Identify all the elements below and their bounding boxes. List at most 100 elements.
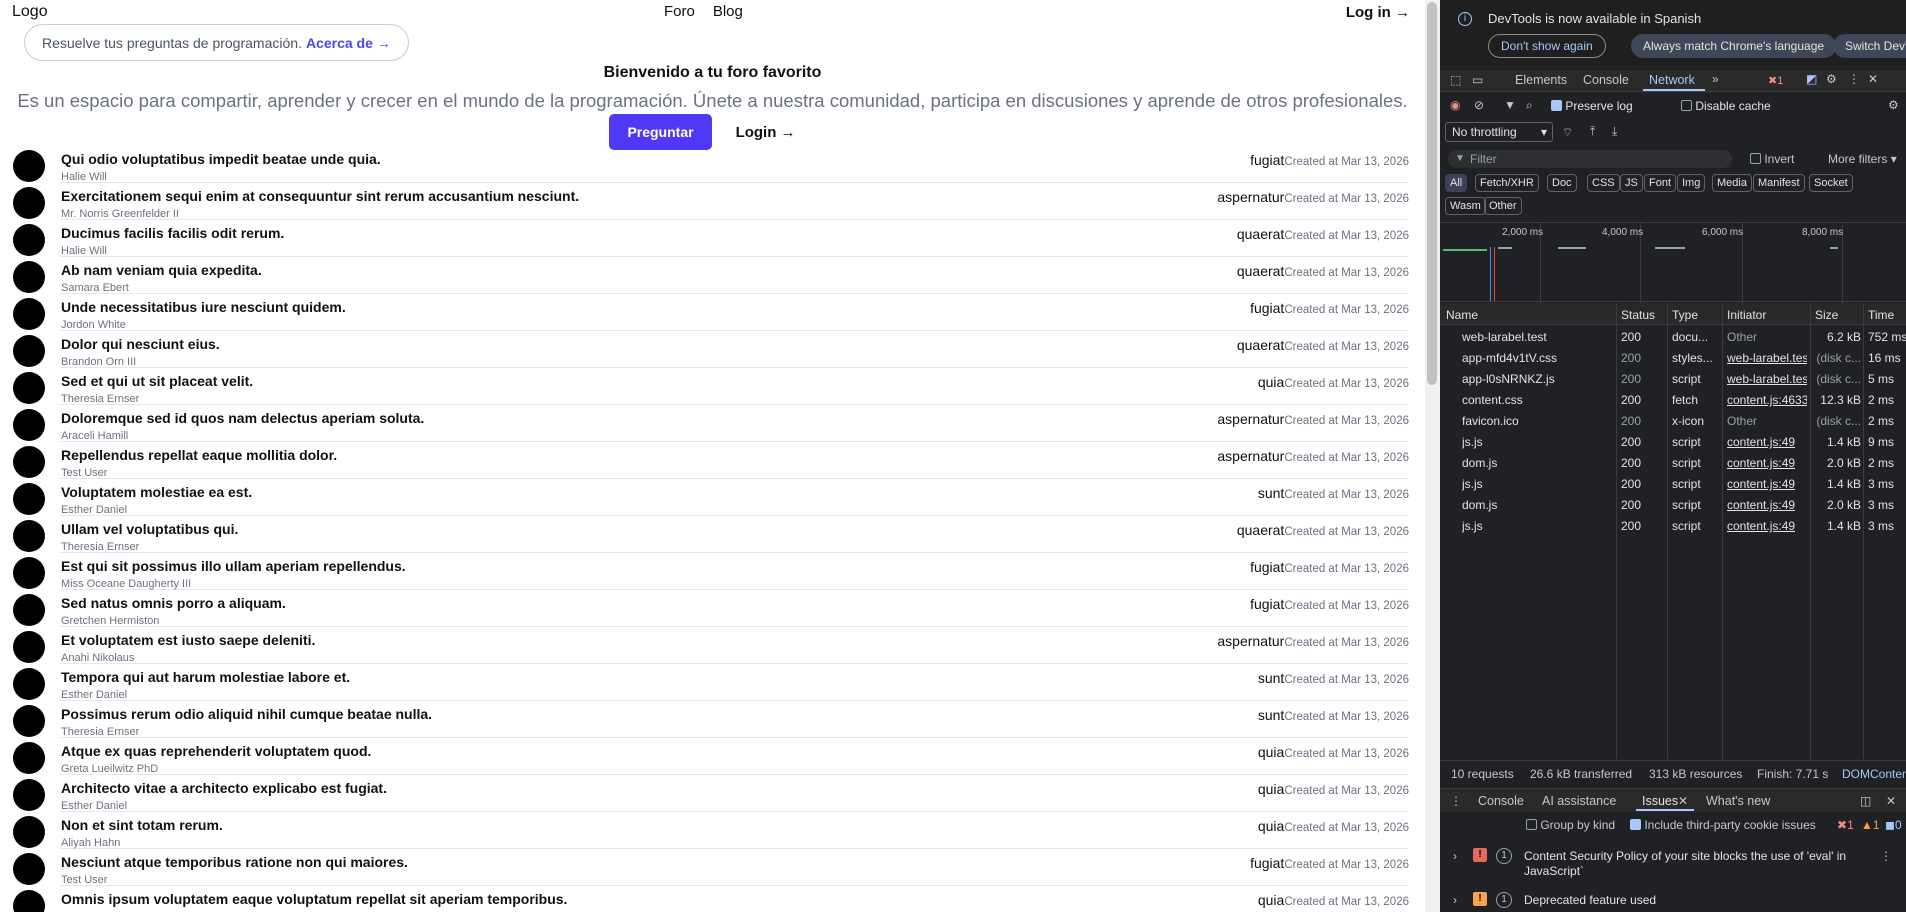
- column-time[interactable]: Time: [1868, 308, 1894, 322]
- nav-link-blog[interactable]: Blog: [713, 3, 743, 20]
- post-tag[interactable]: fugiat: [1250, 300, 1284, 316]
- post-title[interactable]: Exercitationem sequi enim at consequuntu…: [61, 188, 579, 204]
- post-row[interactable]: Dolor qui nesciunt eius. Brandon Orn III q…: [13, 331, 1409, 368]
- post-row[interactable]: Ab nam veniam quia expedita. Samara Ebert…: [13, 257, 1409, 294]
- request-row[interactable]: js.js 200 script content.js:49 1.4 kB 9 ms: [1440, 431, 1906, 452]
- post-title[interactable]: Sed et qui ut sit placeat velit.: [61, 373, 253, 389]
- type-filter-media[interactable]: Media: [1712, 174, 1752, 192]
- ai-assistant-icon[interactable]: ◩: [1806, 72, 1817, 86]
- import-har-icon[interactable]: ⤒: [1590, 124, 1595, 139]
- post-title[interactable]: Architecto vitae a architecto explicabo …: [61, 780, 387, 796]
- post-tag[interactable]: quaerat: [1237, 522, 1284, 538]
- request-row[interactable]: js.js 200 script content.js:49 1.4 kB 3 ms: [1440, 515, 1906, 536]
- post-tag[interactable]: quaerat: [1237, 226, 1284, 242]
- request-name[interactable]: app-mfd4v1tV.css: [1462, 351, 1612, 365]
- ask-question-button[interactable]: Preguntar: [609, 114, 712, 150]
- type-filter-doc[interactable]: Doc: [1547, 174, 1577, 192]
- type-filter-other[interactable]: Other: [1484, 197, 1522, 215]
- filter-toggle-icon[interactable]: ▼: [1504, 98, 1516, 112]
- request-name[interactable]: js.js: [1462, 519, 1612, 533]
- post-title[interactable]: Repellendus repellat eaque mollitia dolo…: [61, 447, 337, 463]
- record-icon[interactable]: ◉: [1450, 98, 1460, 112]
- dock-drawer-icon[interactable]: ◫: [1860, 794, 1871, 808]
- third-party-toggle[interactable]: Include third-party cookie issues: [1630, 818, 1816, 832]
- request-initiator[interactable]: content.js:49: [1727, 519, 1807, 533]
- post-tag[interactable]: quia: [1258, 818, 1284, 834]
- tab-console[interactable]: Console: [1583, 73, 1629, 87]
- post-tag[interactable]: sunt: [1258, 485, 1284, 501]
- tab-elements[interactable]: Elements: [1515, 73, 1567, 87]
- type-filter-manifest[interactable]: Manifest: [1753, 174, 1805, 192]
- request-row[interactable]: favicon.ico 200 x-icon Other (disk c... 2 ms: [1440, 410, 1906, 431]
- group-by-kind-checkbox[interactable]: [1526, 819, 1537, 830]
- post-tag[interactable]: aspernatur: [1217, 633, 1284, 649]
- column-size[interactable]: Size: [1815, 308, 1838, 322]
- post-title[interactable]: Voluptatem molestiae ea est.: [61, 484, 252, 500]
- post-title[interactable]: Ullam vel voluptatibus qui.: [61, 521, 238, 537]
- post-title[interactable]: Nesciunt atque temporibus ratione non qu…: [61, 854, 408, 870]
- post-row[interactable]: Repellendus repellat eaque mollitia dolo…: [13, 442, 1409, 479]
- hero-login-link[interactable]: Login →: [736, 124, 816, 141]
- error-badge[interactable]: ✖1: [1768, 74, 1783, 87]
- post-title[interactable]: Doloremque sed id quos nam delectus aper…: [61, 410, 424, 426]
- request-row[interactable]: content.css 200 fetch content.js:4633 12.3 k…: [1440, 389, 1906, 410]
- request-row[interactable]: web-larabel.test 200 docu... Other 6.2 kB 752…: [1440, 326, 1906, 347]
- request-name[interactable]: dom.js: [1462, 498, 1612, 512]
- login-link[interactable]: Log in →: [1346, 4, 1410, 21]
- post-tag[interactable]: aspernatur: [1217, 411, 1284, 427]
- close-drawer-icon[interactable]: ✕: [1886, 794, 1896, 808]
- post-tag[interactable]: quia: [1258, 374, 1284, 390]
- search-icon[interactable]: ⌕: [1526, 98, 1533, 113]
- disable-cache-checkbox[interactable]: [1681, 100, 1692, 111]
- post-row[interactable]: Unde necessitatibus iure nesciunt quidem…: [13, 294, 1409, 331]
- post-row[interactable]: Est qui sit possimus illo ullam aperiam …: [13, 553, 1409, 590]
- network-settings-icon[interactable]: ⚙: [1888, 98, 1899, 112]
- more-tabs-icon[interactable]: »: [1712, 72, 1719, 86]
- drawer-tab-whats-new[interactable]: What's new: [1706, 794, 1770, 808]
- request-name[interactable]: js.js: [1462, 435, 1612, 449]
- post-row[interactable]: Exercitationem sequi enim at consequuntu…: [13, 183, 1409, 220]
- drawer-tab-console[interactable]: Console: [1478, 794, 1524, 808]
- export-har-icon[interactable]: ⤓: [1612, 124, 1617, 139]
- post-title[interactable]: Ab nam veniam quia expedita.: [61, 262, 262, 278]
- drawer-tab-issues[interactable]: Issues: [1642, 794, 1678, 808]
- post-title[interactable]: Unde necessitatibus iure nesciunt quidem…: [61, 299, 346, 315]
- preserve-log-toggle[interactable]: Preserve log: [1551, 99, 1633, 113]
- drawer-menu-icon[interactable]: ⋮: [1450, 794, 1462, 808]
- post-title[interactable]: Omnis ipsum voluptatem eaque voluptatum …: [61, 891, 567, 907]
- third-party-checkbox[interactable]: [1630, 819, 1641, 830]
- post-row[interactable]: Et voluptatem est iusto saepe deleniti. A…: [13, 627, 1409, 664]
- group-by-kind-toggle[interactable]: Group by kind: [1526, 818, 1615, 832]
- about-link[interactable]: Acerca de →: [306, 35, 391, 51]
- post-row[interactable]: Omnis ipsum voluptatem eaque voluptatum …: [13, 886, 1409, 912]
- post-tag[interactable]: sunt: [1258, 707, 1284, 723]
- post-tag[interactable]: quia: [1258, 781, 1284, 797]
- post-title[interactable]: Qui odio voluptatibus impedit beatae und…: [61, 151, 381, 167]
- post-tag[interactable]: fugiat: [1250, 152, 1284, 168]
- post-tag[interactable]: fugiat: [1250, 559, 1284, 575]
- post-row[interactable]: Architecto vitae a architecto explicabo …: [13, 775, 1409, 812]
- more-options-icon[interactable]: ⋮: [1848, 72, 1860, 86]
- type-filter-font[interactable]: Font: [1644, 174, 1677, 192]
- close-devtools-icon[interactable]: ✕: [1868, 72, 1878, 86]
- type-filter-socket[interactable]: Socket: [1809, 174, 1853, 192]
- post-title[interactable]: Est qui sit possimus illo ullam aperiam …: [61, 558, 406, 574]
- issue-row[interactable]: › ! 1 Deprecated feature used: [1440, 890, 1906, 912]
- clear-icon[interactable]: ⊘: [1474, 98, 1484, 112]
- request-name[interactable]: web-larabel.test: [1462, 330, 1612, 344]
- post-title[interactable]: Atque ex quas reprehenderit voluptatem q…: [61, 743, 371, 759]
- post-tag[interactable]: aspernatur: [1217, 189, 1284, 205]
- post-row[interactable]: Sed et qui ut sit placeat velit. Theresia…: [13, 368, 1409, 405]
- device-toolbar-icon[interactable]: ▭: [1472, 73, 1483, 87]
- drawer-tab-ai-assistance[interactable]: AI assistance: [1542, 794, 1616, 808]
- site-logo[interactable]: Logo: [12, 3, 48, 21]
- post-tag[interactable]: fugiat: [1250, 855, 1284, 871]
- post-title[interactable]: Ducimus facilis facilis odit rerum.: [61, 225, 284, 241]
- request-row[interactable]: app-l0sNRNKZ.js 200 script web-larabel.test…: [1440, 368, 1906, 389]
- post-row[interactable]: Non et sint totam rerum. Aliyah Hahn quia C…: [13, 812, 1409, 849]
- filter-input[interactable]: ▼ Filter: [1448, 150, 1732, 168]
- post-tag[interactable]: fugiat: [1250, 596, 1284, 612]
- post-title[interactable]: Non et sint totam rerum.: [61, 817, 223, 833]
- page-scrollbar[interactable]: [1425, 0, 1440, 912]
- column-status[interactable]: Status: [1621, 308, 1655, 322]
